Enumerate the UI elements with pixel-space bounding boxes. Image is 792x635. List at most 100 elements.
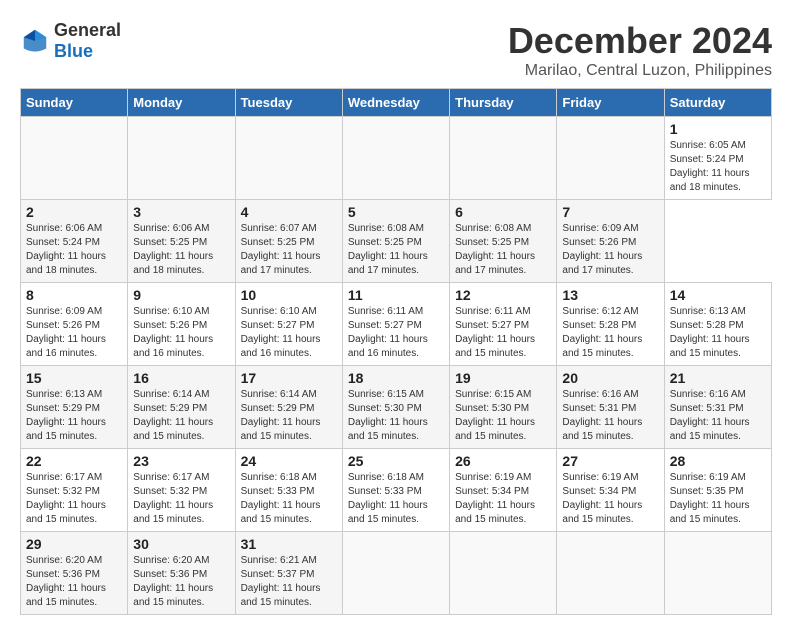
- day-info: Sunrise: 6:12 AMSunset: 5:28 PMDaylight:…: [562, 306, 642, 359]
- logo: General Blue: [20, 20, 121, 62]
- table-row: 27 Sunrise: 6:19 AMSunset: 5:34 PMDaylig…: [557, 449, 664, 532]
- day-number: 24: [241, 453, 337, 469]
- col-wednesday: Wednesday: [342, 89, 449, 117]
- day-number: 14: [670, 287, 766, 303]
- day-info: Sunrise: 6:14 AMSunset: 5:29 PMDaylight:…: [133, 389, 213, 442]
- table-row: [342, 117, 449, 200]
- table-row: 1 Sunrise: 6:05 AMSunset: 5:24 PMDayligh…: [664, 117, 771, 200]
- table-row: 29 Sunrise: 6:20 AMSunset: 5:36 PMDaylig…: [21, 532, 128, 615]
- table-row: 4 Sunrise: 6:07 AMSunset: 5:25 PMDayligh…: [235, 200, 342, 283]
- table-row: 11 Sunrise: 6:11 AMSunset: 5:27 PMDaylig…: [342, 283, 449, 366]
- day-info: Sunrise: 6:06 AMSunset: 5:25 PMDaylight:…: [133, 223, 213, 276]
- day-info: Sunrise: 6:06 AMSunset: 5:24 PMDaylight:…: [26, 223, 106, 276]
- table-row: [664, 532, 771, 615]
- day-info: Sunrise: 6:21 AMSunset: 5:37 PMDaylight:…: [241, 555, 321, 608]
- month-title: December 2024: [508, 20, 772, 62]
- day-info: Sunrise: 6:15 AMSunset: 5:30 PMDaylight:…: [455, 389, 535, 442]
- table-row: 17 Sunrise: 6:14 AMSunset: 5:29 PMDaylig…: [235, 366, 342, 449]
- day-number: 5: [348, 204, 444, 220]
- day-info: Sunrise: 6:07 AMSunset: 5:25 PMDaylight:…: [241, 223, 321, 276]
- day-number: 29: [26, 536, 122, 552]
- table-row: 20 Sunrise: 6:16 AMSunset: 5:31 PMDaylig…: [557, 366, 664, 449]
- table-row: 22 Sunrise: 6:17 AMSunset: 5:32 PMDaylig…: [21, 449, 128, 532]
- table-row: 23 Sunrise: 6:17 AMSunset: 5:32 PMDaylig…: [128, 449, 235, 532]
- day-info: Sunrise: 6:19 AMSunset: 5:34 PMDaylight:…: [562, 472, 642, 525]
- table-row: 30 Sunrise: 6:20 AMSunset: 5:36 PMDaylig…: [128, 532, 235, 615]
- table-row: 21 Sunrise: 6:16 AMSunset: 5:31 PMDaylig…: [664, 366, 771, 449]
- calendar-row: 2 Sunrise: 6:06 AMSunset: 5:24 PMDayligh…: [21, 200, 772, 283]
- table-row: 2 Sunrise: 6:06 AMSunset: 5:24 PMDayligh…: [21, 200, 128, 283]
- day-number: 12: [455, 287, 551, 303]
- table-row: 24 Sunrise: 6:18 AMSunset: 5:33 PMDaylig…: [235, 449, 342, 532]
- day-info: Sunrise: 6:08 AMSunset: 5:25 PMDaylight:…: [348, 223, 428, 276]
- day-number: 16: [133, 370, 229, 386]
- table-row: 19 Sunrise: 6:15 AMSunset: 5:30 PMDaylig…: [450, 366, 557, 449]
- calendar-row: 22 Sunrise: 6:17 AMSunset: 5:32 PMDaylig…: [21, 449, 772, 532]
- table-row: 9 Sunrise: 6:10 AMSunset: 5:26 PMDayligh…: [128, 283, 235, 366]
- day-info: Sunrise: 6:09 AMSunset: 5:26 PMDaylight:…: [562, 223, 642, 276]
- table-row: [128, 117, 235, 200]
- title-area: December 2024 Marilao, Central Luzon, Ph…: [508, 20, 772, 80]
- day-info: Sunrise: 6:14 AMSunset: 5:29 PMDaylight:…: [241, 389, 321, 442]
- day-number: 25: [348, 453, 444, 469]
- day-number: 21: [670, 370, 766, 386]
- day-number: 15: [26, 370, 122, 386]
- day-info: Sunrise: 6:16 AMSunset: 5:31 PMDaylight:…: [670, 389, 750, 442]
- day-info: Sunrise: 6:18 AMSunset: 5:33 PMDaylight:…: [348, 472, 428, 525]
- day-info: Sunrise: 6:17 AMSunset: 5:32 PMDaylight:…: [133, 472, 213, 525]
- day-number: 2: [26, 204, 122, 220]
- col-thursday: Thursday: [450, 89, 557, 117]
- logo-text: General Blue: [54, 20, 121, 62]
- table-row: 10 Sunrise: 6:10 AMSunset: 5:27 PMDaylig…: [235, 283, 342, 366]
- day-info: Sunrise: 6:15 AMSunset: 5:30 PMDaylight:…: [348, 389, 428, 442]
- table-row: 18 Sunrise: 6:15 AMSunset: 5:30 PMDaylig…: [342, 366, 449, 449]
- logo-icon: [20, 26, 50, 56]
- day-info: Sunrise: 6:16 AMSunset: 5:31 PMDaylight:…: [562, 389, 642, 442]
- day-info: Sunrise: 6:20 AMSunset: 5:36 PMDaylight:…: [133, 555, 213, 608]
- day-number: 31: [241, 536, 337, 552]
- page-header: General Blue December 2024 Marilao, Cent…: [20, 20, 772, 80]
- table-row: [557, 117, 664, 200]
- day-number: 22: [26, 453, 122, 469]
- day-number: 30: [133, 536, 229, 552]
- day-info: Sunrise: 6:10 AMSunset: 5:27 PMDaylight:…: [241, 306, 321, 359]
- day-number: 19: [455, 370, 551, 386]
- day-number: 28: [670, 453, 766, 469]
- day-number: 18: [348, 370, 444, 386]
- day-number: 23: [133, 453, 229, 469]
- col-sunday: Sunday: [21, 89, 128, 117]
- day-number: 10: [241, 287, 337, 303]
- day-number: 17: [241, 370, 337, 386]
- day-info: Sunrise: 6:13 AMSunset: 5:29 PMDaylight:…: [26, 389, 106, 442]
- col-tuesday: Tuesday: [235, 89, 342, 117]
- calendar-header-row: Sunday Monday Tuesday Wednesday Thursday…: [21, 89, 772, 117]
- day-number: 9: [133, 287, 229, 303]
- calendar-row: 29 Sunrise: 6:20 AMSunset: 5:36 PMDaylig…: [21, 532, 772, 615]
- table-row: 13 Sunrise: 6:12 AMSunset: 5:28 PMDaylig…: [557, 283, 664, 366]
- table-row: 14 Sunrise: 6:13 AMSunset: 5:28 PMDaylig…: [664, 283, 771, 366]
- day-info: Sunrise: 6:17 AMSunset: 5:32 PMDaylight:…: [26, 472, 106, 525]
- table-row: 31 Sunrise: 6:21 AMSunset: 5:37 PMDaylig…: [235, 532, 342, 615]
- location-title: Marilao, Central Luzon, Philippines: [508, 62, 772, 80]
- table-row: [557, 532, 664, 615]
- table-row: [235, 117, 342, 200]
- table-row: 16 Sunrise: 6:14 AMSunset: 5:29 PMDaylig…: [128, 366, 235, 449]
- table-row: 15 Sunrise: 6:13 AMSunset: 5:29 PMDaylig…: [21, 366, 128, 449]
- table-row: 6 Sunrise: 6:08 AMSunset: 5:25 PMDayligh…: [450, 200, 557, 283]
- table-row: 7 Sunrise: 6:09 AMSunset: 5:26 PMDayligh…: [557, 200, 664, 283]
- day-info: Sunrise: 6:13 AMSunset: 5:28 PMDaylight:…: [670, 306, 750, 359]
- table-row: [21, 117, 128, 200]
- day-info: Sunrise: 6:20 AMSunset: 5:36 PMDaylight:…: [26, 555, 106, 608]
- table-row: 3 Sunrise: 6:06 AMSunset: 5:25 PMDayligh…: [128, 200, 235, 283]
- day-number: 6: [455, 204, 551, 220]
- table-row: 26 Sunrise: 6:19 AMSunset: 5:34 PMDaylig…: [450, 449, 557, 532]
- table-row: 12 Sunrise: 6:11 AMSunset: 5:27 PMDaylig…: [450, 283, 557, 366]
- col-friday: Friday: [557, 89, 664, 117]
- day-number: 20: [562, 370, 658, 386]
- day-info: Sunrise: 6:10 AMSunset: 5:26 PMDaylight:…: [133, 306, 213, 359]
- day-number: 4: [241, 204, 337, 220]
- table-row: 25 Sunrise: 6:18 AMSunset: 5:33 PMDaylig…: [342, 449, 449, 532]
- calendar-row: 15 Sunrise: 6:13 AMSunset: 5:29 PMDaylig…: [21, 366, 772, 449]
- day-number: 1: [670, 121, 766, 137]
- day-info: Sunrise: 6:09 AMSunset: 5:26 PMDaylight:…: [26, 306, 106, 359]
